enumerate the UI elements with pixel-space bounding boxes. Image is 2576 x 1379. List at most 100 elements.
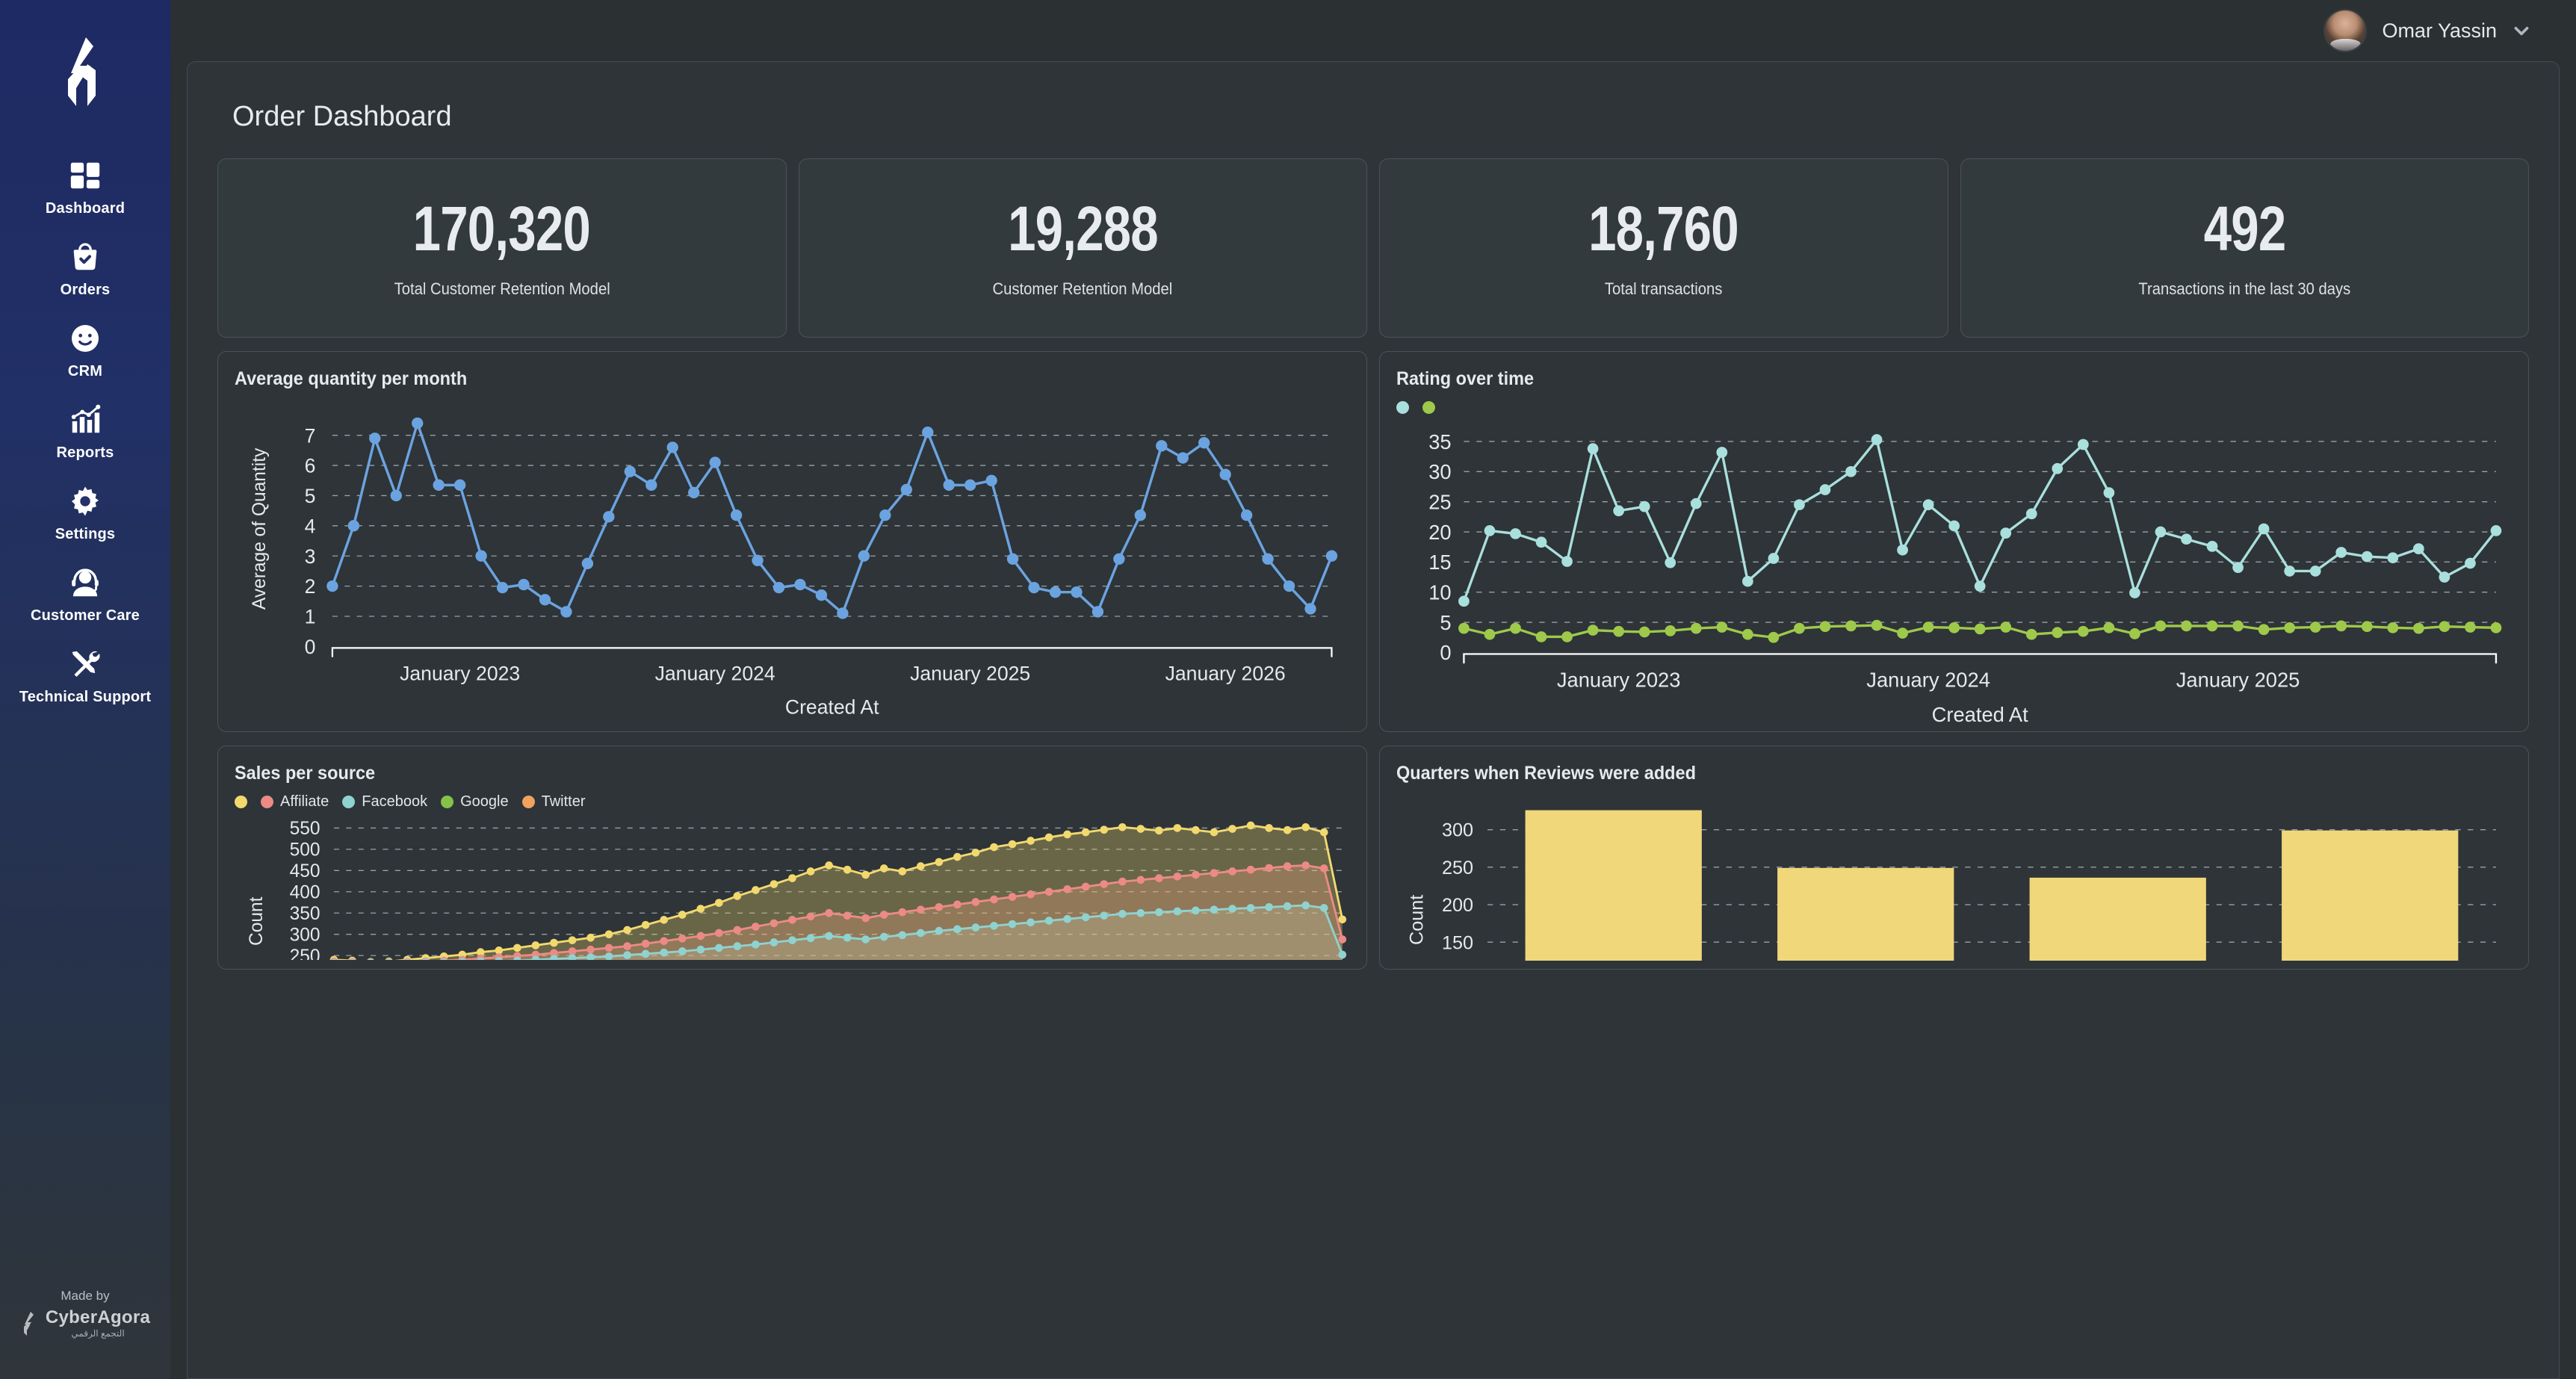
data-point[interactable] [1063,885,1071,893]
data-point[interactable] [2335,547,2347,558]
data-point[interactable] [916,862,925,870]
data-point[interactable] [1741,628,1753,640]
legend-item[interactable] [1422,400,1435,414]
sidebar-item-reports[interactable]: Reports [0,391,170,472]
data-point[interactable] [1265,824,1273,832]
data-point[interactable] [1155,874,1163,882]
data-point[interactable] [1458,622,1470,634]
data-point[interactable] [2309,622,2321,633]
data-point[interactable] [513,943,521,952]
data-point[interactable] [900,483,912,496]
data-point[interactable] [1690,622,1702,634]
data-point[interactable] [645,479,657,492]
data-point[interactable] [1192,906,1200,915]
data-point[interactable] [953,852,962,861]
data-point[interactable] [369,433,381,444]
data-point[interactable] [666,441,678,453]
legend-item[interactable]: Twitter [521,793,585,811]
data-point[interactable] [531,941,540,949]
data-point[interactable] [2181,533,2192,545]
data-point[interactable] [1897,544,1908,556]
data-point[interactable] [1063,914,1071,923]
data-point[interactable] [2335,620,2347,632]
data-point[interactable] [1338,950,1347,959]
data-point[interactable] [2000,622,2012,633]
data-point[interactable] [971,923,980,932]
data-point[interactable] [1665,625,1676,636]
data-point[interactable] [1006,553,1019,565]
data-point[interactable] [843,933,852,942]
data-point[interactable] [586,945,595,954]
data-point[interactable] [1210,869,1219,878]
chart-card-quarters-reviews[interactable]: Quarters when Reviews were added 150 200 2… [1379,746,2529,970]
bar[interactable] [1777,867,1954,961]
sidebar-item-customer-care[interactable]: Customer Care [0,554,170,635]
data-point[interactable] [2155,526,2167,538]
data-point[interactable] [770,880,778,888]
data-point[interactable] [1535,536,1547,548]
data-point[interactable] [770,919,778,928]
rating-over-time-line-chart[interactable]: 0 5 10 15 20 25 30 35 January 2023 January 2024 Ja… [1396,417,2512,731]
kpi-card[interactable]: 492 Transactions in the last 30 days [1960,158,2529,338]
data-point[interactable] [843,911,852,920]
average-quantity-line-chart[interactable]: 0 1 2 3 4 5 6 7 Average of Quantity January 2023 J… [235,397,1350,726]
data-point[interactable] [1535,631,1547,642]
data-point[interactable] [453,479,466,492]
data-point[interactable] [495,946,504,955]
data-point[interactable] [660,937,669,946]
data-point[interactable] [788,874,796,882]
data-point[interactable] [1613,625,1625,637]
data-point[interactable] [568,936,577,944]
data-point[interactable] [916,929,925,938]
data-point[interactable] [1198,437,1210,449]
data-point[interactable] [1871,619,1883,631]
data-point[interactable] [641,949,650,958]
data-point[interactable] [1081,882,1090,891]
data-point[interactable] [1246,821,1255,830]
data-point[interactable] [1716,622,1728,633]
data-point[interactable] [1262,553,1274,565]
data-point[interactable] [1897,627,1908,639]
data-point[interactable] [1136,825,1145,833]
data-point[interactable] [1044,887,1053,896]
data-point[interactable] [825,861,833,870]
data-point[interactable] [935,902,944,911]
data-point[interactable] [1948,520,1960,532]
data-point[interactable] [1027,918,1035,927]
data-point[interactable] [752,923,760,931]
kpi-card[interactable]: 170,320 Total Customer Retention Model [217,158,787,338]
data-point[interactable] [1948,622,1960,633]
data-point[interactable] [433,479,445,492]
data-point[interactable] [696,945,705,954]
data-point[interactable] [2439,621,2450,633]
data-point[interactable] [1028,581,1040,594]
data-point[interactable] [773,581,785,594]
data-point[interactable] [2490,525,2502,536]
data-point[interactable] [1100,911,1109,920]
data-point[interactable] [1484,525,1496,536]
data-point[interactable] [1173,824,1182,832]
data-point[interactable] [752,554,764,566]
data-point[interactable] [1081,828,1090,837]
data-point[interactable] [1510,528,1521,539]
data-point[interactable] [1283,902,1292,911]
data-point[interactable] [985,474,997,486]
data-point[interactable] [825,932,833,940]
legend-item[interactable]: Facebook [342,793,427,811]
data-point[interactable] [1155,826,1163,835]
data-point[interactable] [2361,551,2373,563]
data-point[interactable] [550,938,558,947]
data-point[interactable] [2052,627,2063,639]
data-point[interactable] [2103,622,2115,633]
data-point[interactable] [715,929,723,938]
bar[interactable] [2029,877,2206,961]
data-point[interactable] [1768,631,1780,643]
data-point[interactable] [1219,468,1231,480]
data-point[interactable] [1690,498,1702,509]
data-point[interactable] [953,925,962,934]
data-point[interactable] [1071,586,1083,598]
data-point[interactable] [1156,440,1168,452]
data-point[interactable] [806,867,815,876]
data-point[interactable] [1510,622,1521,634]
data-point[interactable] [2309,565,2321,577]
